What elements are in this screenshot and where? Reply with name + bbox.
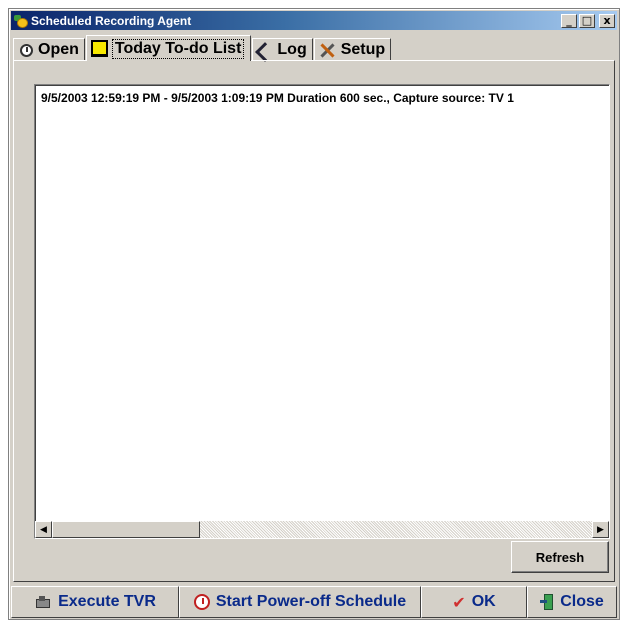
scroll-right-button[interactable]: ▶	[592, 521, 609, 538]
window-title: Scheduled Recording Agent	[31, 13, 192, 28]
app-window: Scheduled Recording Agent _ □ x Open Tod…	[8, 8, 620, 620]
scroll-left-button[interactable]: ◀	[35, 521, 52, 538]
tab-today-todo-list[interactable]: Today To-do List	[85, 35, 252, 61]
tab-open[interactable]: Open	[13, 38, 85, 61]
horizontal-scrollbar[interactable]: ◀ ▶	[35, 521, 609, 538]
tab-setup[interactable]: Setup	[313, 38, 392, 61]
scroll-thumb[interactable]	[52, 521, 200, 538]
close-button[interactable]: Close	[527, 586, 617, 618]
ok-label: OK	[471, 593, 496, 610]
maximize-button[interactable]: □	[579, 13, 595, 28]
exit-door-icon	[540, 594, 554, 610]
todo-listbox[interactable]: 9/5/2003 12:59:19 PM - 9/5/2003 1:09:19 …	[34, 84, 610, 539]
clock-open-icon	[18, 42, 34, 58]
tab-open-label: Open	[38, 41, 79, 58]
ok-button[interactable]: ✔ OK	[421, 586, 527, 618]
checkmark-icon: ✔	[452, 592, 466, 612]
tools-icon	[319, 42, 337, 58]
close-window-button[interactable]: x	[599, 13, 615, 28]
bottom-button-bar: Execute TVR Start Power-off Schedule ✔ O…	[11, 586, 617, 618]
refresh-button[interactable]: Refresh	[511, 541, 609, 573]
app-icon	[13, 13, 29, 29]
power-off-label: Start Power-off Schedule	[215, 593, 407, 610]
start-power-off-schedule-button[interactable]: Start Power-off Schedule	[179, 586, 421, 618]
tab-today-todo-label: Today To-do List	[111, 38, 245, 59]
tab-log-label: Log	[277, 41, 307, 58]
title-bar[interactable]: Scheduled Recording Agent _ □ x	[11, 11, 617, 30]
list-item[interactable]: 9/5/2003 12:59:19 PM - 9/5/2003 1:09:19 …	[41, 91, 514, 105]
clock-icon	[193, 594, 210, 610]
tab-setup-label: Setup	[340, 41, 386, 58]
scroll-track[interactable]	[200, 521, 592, 538]
camera-icon	[34, 595, 52, 609]
tab-log[interactable]: Log	[252, 38, 313, 61]
tab-strip: Open Today To-do List Log Setup	[13, 35, 392, 61]
todo-tab-panel: 9/5/2003 12:59:19 PM - 9/5/2003 1:09:19 …	[13, 60, 615, 582]
execute-tvr-label: Execute TVR	[58, 593, 156, 610]
minimize-button[interactable]: _	[561, 13, 577, 28]
close-label: Close	[560, 593, 604, 610]
log-check-icon	[257, 42, 273, 58]
execute-tvr-button[interactable]: Execute TVR	[11, 586, 179, 618]
note-icon	[90, 40, 108, 57]
